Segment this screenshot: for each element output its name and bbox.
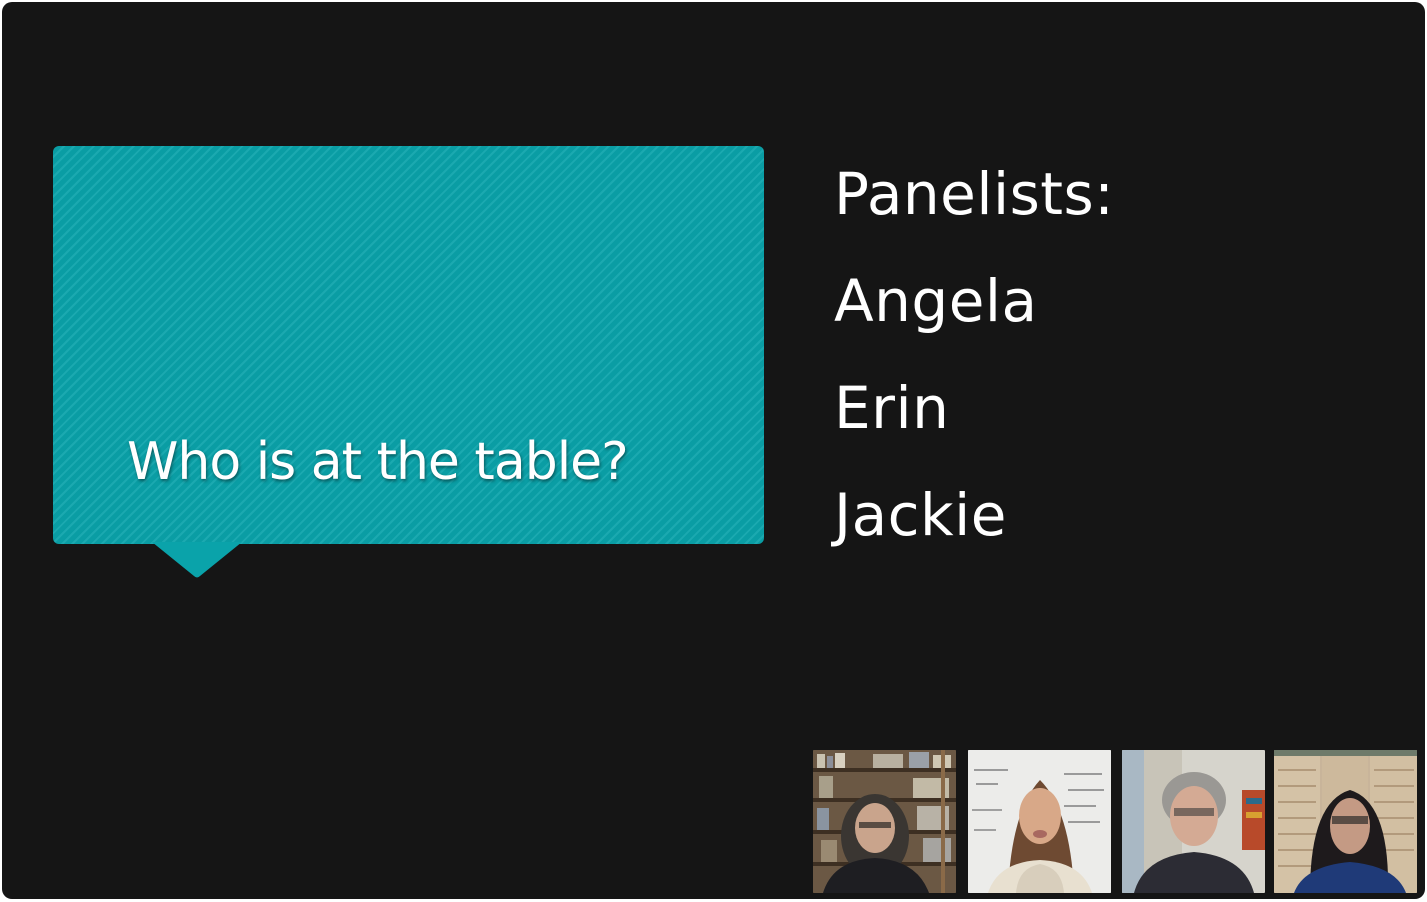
panelist-list: Panelists: Angela Erin Jackie	[834, 152, 1114, 580]
callout-title: Who is at the table?	[127, 432, 629, 492]
callout-tail	[152, 542, 242, 578]
panelist-name: Angela	[834, 267, 1038, 335]
panelist-name: Erin	[834, 374, 950, 442]
participant-video-tile[interactable]	[968, 750, 1111, 893]
panelists-heading: Panelists:	[834, 160, 1115, 228]
panelist-name: Jackie	[834, 481, 1007, 549]
participant-video-tile[interactable]	[813, 750, 956, 893]
participant-avatar-image	[813, 750, 956, 893]
participant-video-tile[interactable]	[1274, 750, 1417, 893]
participant-avatar-image	[1274, 750, 1417, 893]
presentation-slide: Who is at the table? Panelists: Angela E…	[2, 2, 1425, 899]
participant-video-strip	[813, 750, 1417, 894]
participant-video-tile[interactable]	[1122, 750, 1265, 893]
screen-frame: Who is at the table? Panelists: Angela E…	[0, 0, 1427, 902]
participant-avatar-image	[1122, 750, 1265, 893]
participant-avatar-image	[968, 750, 1111, 893]
